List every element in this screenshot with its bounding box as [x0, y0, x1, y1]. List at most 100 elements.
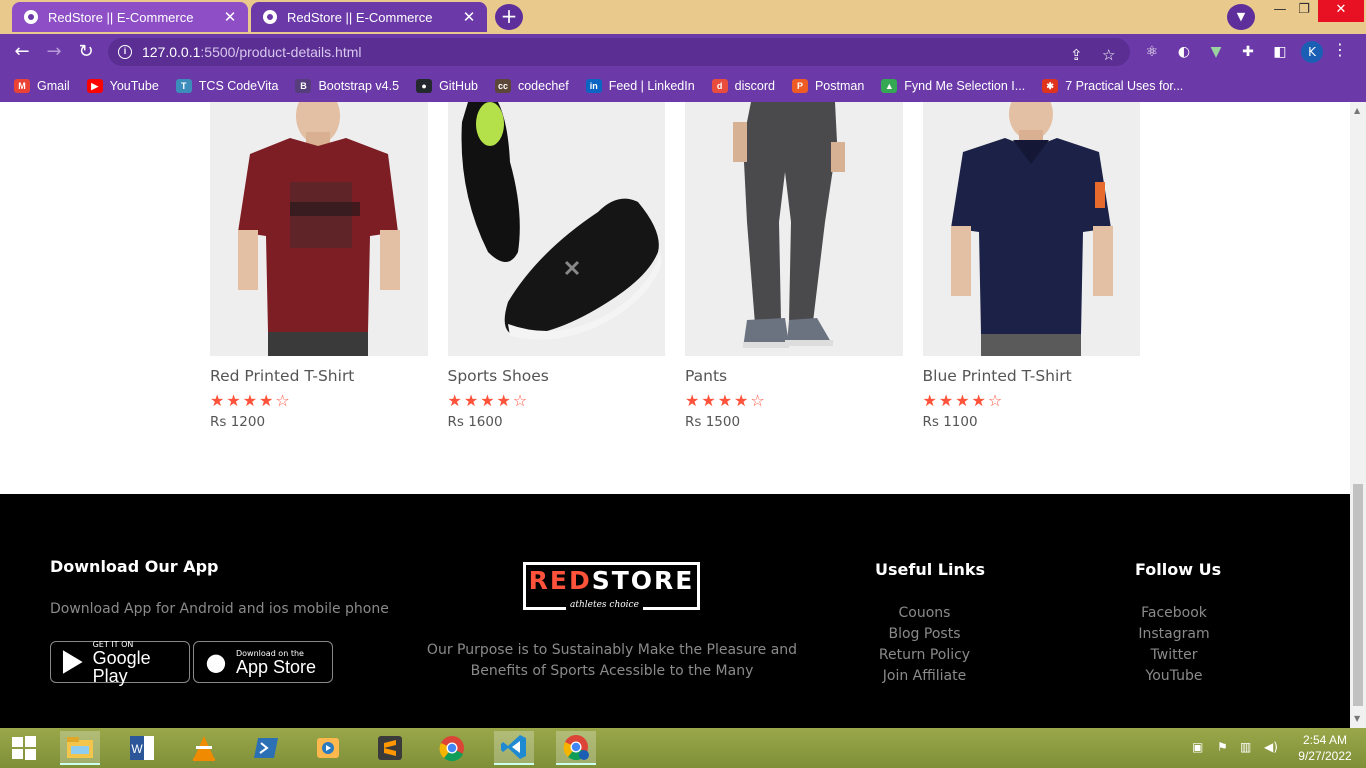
bookmark-item[interactable]: in Feed | LinkedIn: [585, 79, 695, 93]
browser-tab-1[interactable]: RedStore || E-Commerce ✕: [12, 2, 248, 32]
windows-start-icon[interactable]: [4, 731, 44, 765]
product-price: Rs 1100: [922, 414, 978, 430]
product-price: Rs 1600: [447, 414, 503, 430]
related-products-row: Red Printed T-Shirt ★★★★☆ Rs 1200 Sports…: [210, 102, 1140, 430]
profile-avatar[interactable]: K: [1301, 41, 1323, 63]
close-tab-icon[interactable]: ✕: [222, 8, 238, 26]
google-play-icon: [62, 650, 83, 674]
linkedin-icon: in: [585, 79, 602, 93]
product-name[interactable]: Blue Printed T-Shirt: [923, 367, 1141, 385]
footer-link-twitter[interactable]: Twitter: [1110, 645, 1238, 666]
clock-date: 9/27/2022: [1298, 749, 1352, 763]
bookmark-item[interactable]: cc codechef: [494, 79, 569, 93]
react-devtools-icon[interactable]: ⚛: [1142, 42, 1162, 62]
url-path: :5500/product-details.html: [200, 44, 362, 60]
product-card[interactable]: Pants ★★★★☆ Rs 1500: [685, 102, 903, 430]
bookmark-item[interactable]: ✱ 7 Practical Uses for...: [1042, 79, 1183, 93]
volume-icon[interactable]: ◀): [1264, 740, 1278, 754]
bookmark-item[interactable]: d discord: [711, 79, 775, 93]
product-name[interactable]: Sports Shoes: [448, 367, 666, 385]
google-play-badge[interactable]: GET IT ON Google Play: [50, 640, 190, 685]
chrome-profile-icon[interactable]: [556, 731, 596, 765]
scroll-up-arrow-icon[interactable]: ▲: [1354, 106, 1360, 115]
footer-link-blog-posts[interactable]: Blog Posts: [850, 624, 999, 645]
battery-icon[interactable]: ▥: [1240, 740, 1251, 754]
page-scrollbar[interactable]: ▲ ▼: [1350, 102, 1366, 728]
pants-image[interactable]: [685, 102, 903, 356]
close-tab-icon[interactable]: ✕: [461, 8, 477, 26]
blue-tshirt-image[interactable]: [922, 102, 1140, 356]
product-card[interactable]: Sports Shoes ★★★★☆ Rs 1600: [447, 102, 666, 430]
web-page: Red Printed T-Shirt ★★★★☆ Rs 1200 Sports…: [0, 102, 1350, 728]
network-icon[interactable]: ▣: [1192, 740, 1203, 754]
product-price: Rs 1500: [685, 414, 741, 430]
reload-icon[interactable]: ↻: [74, 40, 98, 64]
red-tshirt-image[interactable]: [210, 102, 428, 356]
product-card[interactable]: Blue Printed T-Shirt ★★★★☆ Rs 1100: [922, 102, 1141, 430]
close-window-icon[interactable]: ✕: [1318, 0, 1364, 22]
follow-us-list: Facebook Instagram Twitter YouTube: [1110, 603, 1238, 687]
tab-title: RedStore || E-Commerce: [48, 9, 194, 25]
footer-link-coupons[interactable]: Couons: [850, 603, 999, 624]
system-clock[interactable]: 2:54 AM 9/27/2022: [1290, 732, 1360, 764]
tab-title: RedStore || E-Commerce: [287, 9, 433, 25]
footer-link-youtube[interactable]: YouTube: [1110, 666, 1238, 687]
bookmark-item[interactable]: P Postman: [791, 79, 865, 93]
vlc-icon[interactable]: [184, 731, 224, 765]
sublime-text-icon[interactable]: [370, 731, 410, 765]
logo-white-text: STORE: [591, 566, 695, 595]
sports-shoes-image[interactable]: [447, 102, 665, 356]
tab-bar: RedStore || E-Commerce ✕ RedStore || E-C…: [0, 0, 1366, 34]
bookmark-item[interactable]: ▶ YouTube: [86, 79, 159, 93]
powershell-icon[interactable]: [246, 731, 286, 765]
bookmark-item[interactable]: ▲ Fynd Me Selection I...: [881, 79, 1025, 93]
bookmark-star-icon[interactable]: ☆: [1102, 42, 1115, 70]
star-filled-icon: ★: [955, 391, 972, 410]
scroll-down-arrow-icon[interactable]: ▼: [1354, 714, 1360, 723]
scrollbar-thumb[interactable]: [1353, 484, 1363, 706]
product-card[interactable]: Red Printed T-Shirt ★★★★☆ Rs 1200: [210, 102, 428, 430]
star-filled-icon: ★: [242, 391, 260, 410]
chrome-icon[interactable]: [432, 731, 472, 765]
bookmark-item[interactable]: M Gmail: [14, 79, 70, 93]
bookmark-label: Postman: [814, 79, 865, 93]
footer-link-instagram[interactable]: Instagram: [1110, 624, 1238, 645]
product-name[interactable]: Pants: [685, 367, 903, 385]
back-arrow-icon[interactable]: ←: [10, 40, 34, 64]
redstore-logo[interactable]: REDSTORE athletes choice: [523, 562, 700, 610]
browser-tab-2[interactable]: RedStore || E-Commerce ✕: [251, 2, 487, 32]
product-price: Rs 1200: [210, 414, 266, 430]
star-filled-icon: ★: [717, 391, 735, 410]
side-panel-icon[interactable]: ◧: [1270, 42, 1290, 62]
footer-link-return-policy[interactable]: Return Policy: [850, 645, 999, 666]
footer-link-join-affiliate[interactable]: Join Affiliate: [850, 666, 999, 687]
footer-link-facebook[interactable]: Facebook: [1110, 603, 1238, 624]
share-icon[interactable]: ⇪: [1070, 42, 1083, 70]
vscode-icon[interactable]: [494, 731, 534, 765]
product-name[interactable]: Red Printed T-Shirt: [210, 367, 428, 385]
word-icon[interactable]: W: [122, 731, 162, 765]
bookmark-item[interactable]: B Bootstrap v4.5: [295, 79, 399, 93]
browser-menu-icon[interactable]: ⋮: [1332, 40, 1348, 59]
bookmark-item[interactable]: T TCS CodeVita: [175, 79, 278, 93]
site-info-icon[interactable]: i: [118, 45, 132, 59]
codechef-icon: cc: [494, 79, 511, 93]
bookmark-label: Feed | LinkedIn: [608, 79, 695, 93]
address-bar[interactable]: i 127.0.0.1:5500/product-details.html ⇪ …: [108, 38, 1130, 66]
action-center-flag-icon[interactable]: ⚑: [1217, 740, 1228, 754]
star-filled-icon: ★: [447, 391, 464, 410]
forward-arrow-icon[interactable]: →: [42, 40, 66, 64]
video-player-icon[interactable]: [308, 731, 348, 765]
bookmark-item[interactable]: ● GitHub: [416, 79, 478, 93]
codevita-icon: T: [175, 79, 192, 93]
extensions-puzzle-icon[interactable]: ✚: [1238, 42, 1258, 62]
file-explorer-icon[interactable]: [60, 731, 100, 765]
bookmarks-bar: M Gmail ▶ YouTube T TCS CodeVita B Bootstrap v4…: [0, 70, 1366, 102]
extension-circle-icon[interactable]: ◐: [1174, 42, 1194, 62]
windows-taskbar: W ▣ ⚑ ▥ ◀) 2:54 AM 9/27/2022: [0, 728, 1366, 768]
new-tab-plus-icon[interactable]: +: [495, 4, 523, 30]
bookmark-label: YouTube: [109, 79, 159, 93]
vue-devtools-icon[interactable]: ▼: [1206, 42, 1226, 62]
app-store-badge[interactable]: ● Download on the App Store: [193, 641, 333, 683]
tab-search-chevron-icon[interactable]: ▼: [1227, 4, 1255, 30]
